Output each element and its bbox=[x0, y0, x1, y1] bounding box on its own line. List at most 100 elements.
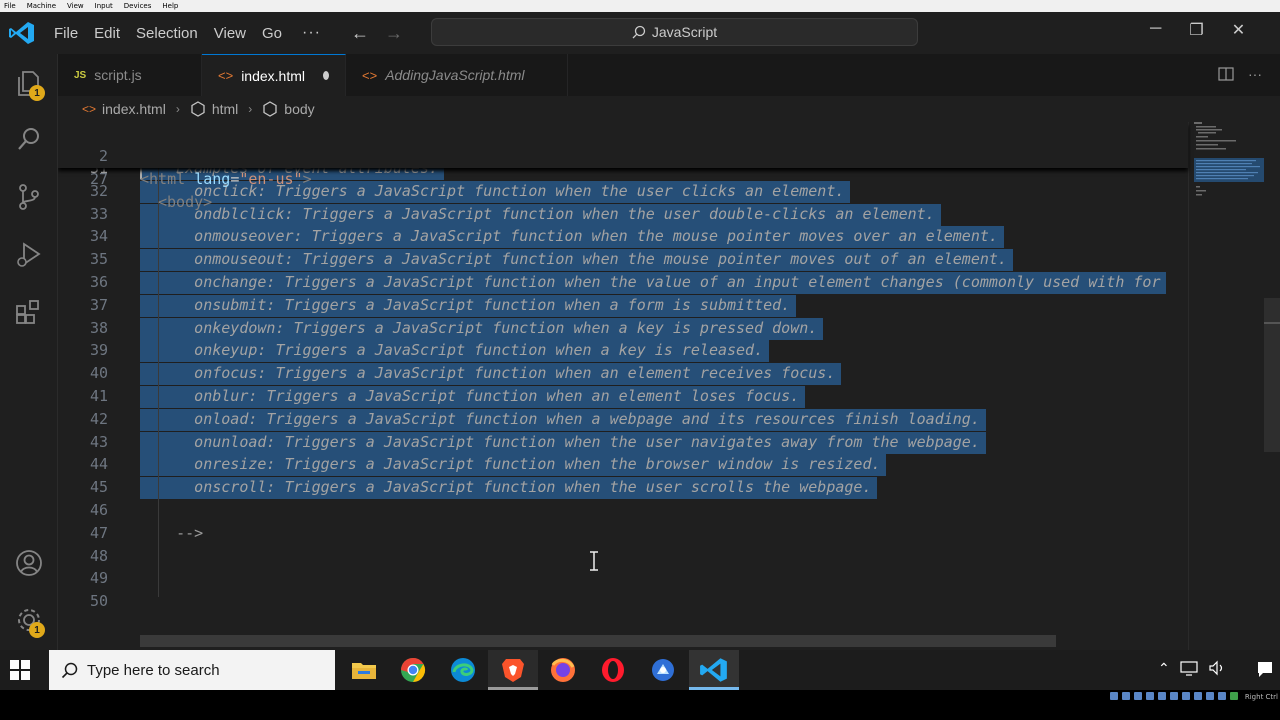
network-icon[interactable] bbox=[1180, 660, 1198, 676]
sticky-line[interactable]: 27 <body> bbox=[58, 145, 1188, 211]
line-number: 36 bbox=[89, 273, 108, 291]
line-number: 44 bbox=[89, 455, 108, 474]
menu-selection[interactable]: Selection bbox=[128, 25, 206, 42]
js-file-icon: JS bbox=[74, 69, 87, 81]
code-line[interactable]: 38 onkeydown: Triggers a JavaScript func… bbox=[58, 317, 1188, 340]
attr-name: lang bbox=[194, 170, 231, 188]
minimap[interactable] bbox=[1188, 122, 1264, 650]
back-arrow-icon[interactable]: ← bbox=[351, 23, 369, 44]
attr-eq: = bbox=[230, 170, 240, 188]
attr-value: "en-us" bbox=[239, 170, 303, 188]
code-line[interactable]: 35 onmouseout: Triggers a JavaScript fun… bbox=[58, 248, 1188, 272]
code-text: onkeydown: Triggers a JavaScript functio… bbox=[140, 318, 818, 337]
code-line[interactable]: 43 onunload: Triggers a JavaScript funct… bbox=[58, 431, 1188, 454]
code-line[interactable]: 37 onsubmit: Triggers a JavaScript funct… bbox=[58, 294, 1188, 317]
tab-label: script.js bbox=[94, 67, 142, 83]
vertical-scrollbar[interactable] bbox=[1264, 122, 1280, 650]
code-line[interactable]: 45 onscroll: Triggers a JavaScript funct… bbox=[58, 476, 1188, 500]
html-file-icon: <> bbox=[218, 68, 234, 83]
tab-index-html[interactable]: <> index.html bbox=[202, 54, 346, 96]
opera-icon[interactable] bbox=[598, 655, 628, 685]
vm-keyboard-icon bbox=[1230, 692, 1238, 700]
vm-menu-item[interactable]: Help bbox=[162, 2, 178, 10]
accounts-icon[interactable] bbox=[14, 548, 44, 578]
code-line[interactable]: 39 onkeyup: Triggers a JavaScript functi… bbox=[58, 339, 1188, 363]
code-text: onmouseover: Triggers a JavaScript funct… bbox=[140, 227, 998, 246]
edge-icon[interactable] bbox=[448, 655, 478, 685]
vm-recording-icon bbox=[1194, 692, 1202, 700]
tab-addingjavascript-html[interactable]: <> AddingJavaScript.html bbox=[346, 54, 568, 96]
code-line[interactable]: 50 bbox=[58, 590, 1188, 613]
code-line[interactable]: 48 bbox=[58, 545, 1188, 568]
chevron-up-icon[interactable]: ⌃ bbox=[1158, 660, 1170, 678]
vm-menu-item[interactable]: Machine bbox=[27, 2, 56, 10]
unsaved-dot-icon[interactable] bbox=[323, 71, 329, 80]
notifications-icon[interactable] bbox=[1256, 660, 1274, 678]
brave-icon[interactable] bbox=[498, 655, 528, 685]
code-text: onchange: Triggers a JavaScript function… bbox=[140, 273, 1161, 291]
line-number: 37 bbox=[89, 295, 108, 314]
breadcrumb-file[interactable]: index.html bbox=[102, 101, 166, 117]
sticky-line[interactable]: 2 <html lang="en-us"> bbox=[58, 122, 1188, 188]
code-line[interactable]: 40 onfocus: Triggers a JavaScript functi… bbox=[58, 362, 1188, 386]
windows-start-icon[interactable] bbox=[10, 660, 30, 680]
html-file-icon: <> bbox=[82, 102, 97, 116]
element-icon bbox=[191, 101, 205, 117]
restore-icon[interactable]: ❐ bbox=[1189, 20, 1203, 40]
code-line[interactable]: 36 onchange: Triggers a JavaScript funct… bbox=[58, 271, 1188, 294]
more-actions-icon[interactable]: ··· bbox=[1248, 66, 1262, 82]
search-icon[interactable] bbox=[14, 124, 44, 154]
minimize-icon[interactable]: ─ bbox=[1150, 20, 1161, 40]
vm-hdd-icon bbox=[1110, 692, 1118, 700]
code-line[interactable]: 41 onblur: Triggers a JavaScript functio… bbox=[58, 385, 1188, 408]
code-line[interactable]: 42 onload: Triggers a JavaScript functio… bbox=[58, 408, 1188, 431]
code-text: onfocus: Triggers a JavaScript function … bbox=[140, 364, 836, 383]
sticky-scroll[interactable]: 2 <html lang="en-us"> 27 <body> bbox=[58, 122, 1188, 211]
html-file-icon: <> bbox=[362, 67, 378, 83]
menu-edit[interactable]: Edit bbox=[86, 25, 128, 42]
code-line[interactable]: 33 ondblclick: Triggers a JavaScript fun… bbox=[58, 203, 1188, 226]
tab-script-js[interactable]: JS script.js bbox=[58, 54, 202, 96]
editor-tabs: JS script.js <> index.html <> AddingJava… bbox=[58, 54, 1280, 96]
line-number: 39 bbox=[89, 341, 108, 360]
volume-icon[interactable] bbox=[1208, 660, 1226, 676]
chrome-icon[interactable] bbox=[398, 655, 428, 685]
vm-menu-item[interactable]: Devices bbox=[124, 2, 152, 10]
menu-go[interactable]: Go bbox=[254, 25, 290, 42]
code-line[interactable]: 46 bbox=[58, 499, 1188, 522]
network-app-icon[interactable] bbox=[648, 655, 678, 685]
vm-mouse-icon bbox=[1218, 692, 1226, 700]
command-center-label: JavaScript bbox=[651, 24, 718, 40]
run-debug-icon[interactable] bbox=[14, 240, 44, 270]
system-tray: ⌃ bbox=[1158, 660, 1274, 678]
code-editor[interactable]: 2 <html lang="en-us"> 27 <body> 30 JavaS… bbox=[58, 122, 1280, 650]
file-explorer-icon[interactable] bbox=[349, 655, 379, 685]
vm-menu-item[interactable]: View bbox=[67, 2, 84, 10]
menu-more-button[interactable]: ··· bbox=[290, 24, 333, 42]
code-line[interactable]: 49 bbox=[58, 567, 1188, 590]
breadcrumb-html[interactable]: html bbox=[212, 101, 238, 117]
line-number: 27 bbox=[89, 170, 108, 188]
menu-file[interactable]: File bbox=[46, 25, 86, 42]
vm-network-icon bbox=[1146, 692, 1154, 700]
vscode-taskbar-icon[interactable] bbox=[699, 655, 729, 685]
command-center[interactable]: JavaScript bbox=[431, 18, 918, 46]
vm-menu-item[interactable]: File bbox=[4, 2, 16, 10]
split-editor-icon[interactable] bbox=[1218, 66, 1234, 82]
tag-close: > bbox=[203, 193, 213, 211]
code-line[interactable]: 47 --> bbox=[58, 522, 1188, 545]
taskbar-search-input[interactable]: Type here to search bbox=[49, 650, 335, 690]
source-control-icon[interactable] bbox=[14, 182, 44, 212]
horizontal-scrollbar[interactable] bbox=[140, 635, 1056, 647]
menu-view[interactable]: View bbox=[206, 25, 254, 42]
breadcrumb-body[interactable]: body bbox=[284, 101, 314, 117]
forward-arrow-icon[interactable]: → bbox=[385, 23, 403, 44]
extensions-icon[interactable] bbox=[14, 298, 44, 328]
vm-menu-item[interactable]: Input bbox=[95, 2, 113, 10]
close-icon[interactable]: ✕ bbox=[1232, 20, 1245, 40]
code-text: onscroll: Triggers a JavaScript function… bbox=[140, 478, 872, 497]
settings-badge: 1 bbox=[29, 622, 45, 638]
firefox-icon[interactable] bbox=[548, 655, 578, 685]
code-line[interactable]: 44 onresize: Triggers a JavaScript funct… bbox=[58, 453, 1188, 477]
code-line[interactable]: 34 onmouseover: Triggers a JavaScript fu… bbox=[58, 225, 1188, 249]
